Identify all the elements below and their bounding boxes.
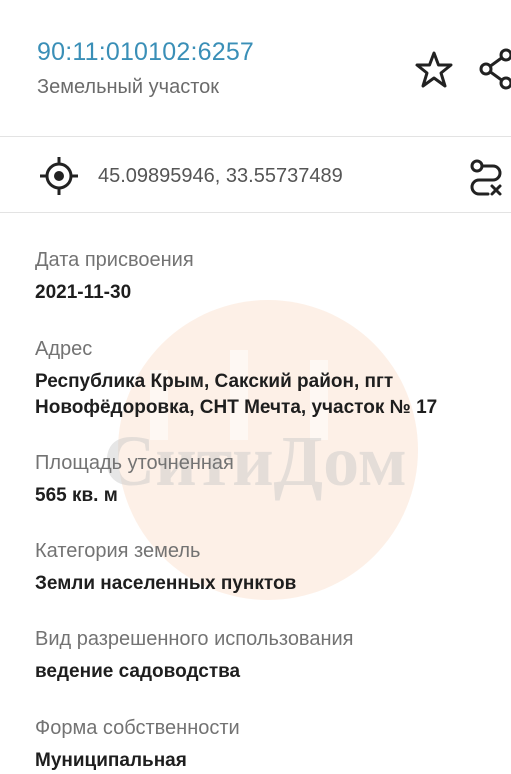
field-label: Дата присвоения	[35, 249, 194, 271]
field-address: Адрес Республика Крым, Сакский район, пг…	[35, 336, 437, 421]
field-value: ведение садоводства	[35, 661, 241, 682]
field-ownership-form: Форма собственности Муниципальная	[35, 715, 240, 774]
field-assignment-date: Дата присвоения 2021-11-30	[35, 247, 194, 306]
field-area: Площадь уточненная 565 кв. м	[35, 450, 234, 509]
field-value: Земли населенных пунктов	[35, 573, 297, 594]
field-label: Адрес	[35, 338, 93, 360]
field-label: Площадь уточненная	[35, 452, 234, 474]
header: 90:11:010102:6257 Земельный участок	[0, 0, 511, 136]
cadastral-number[interactable]: 90:11:010102:6257	[37, 38, 254, 67]
field-label: Форма собственности	[35, 717, 240, 739]
route-icon[interactable]	[466, 157, 506, 197]
field-permitted-use: Вид разрешенного использования ведение с…	[35, 626, 354, 685]
star-outline-icon[interactable]	[414, 50, 454, 90]
field-label: Категория земель	[35, 540, 201, 562]
coordinates-row[interactable]: 45.09895946, 33.55737489	[0, 137, 511, 213]
field-value: Муниципальная	[35, 750, 187, 771]
field-value-line1: Республика Крым, Сакский район, пгт	[35, 371, 394, 392]
field-value: 565 кв. м	[35, 485, 118, 506]
field-land-category: Категория земель Земли населенных пункто…	[35, 538, 296, 597]
crosshair-target-icon	[40, 157, 78, 195]
coordinates-text[interactable]: 45.09895946, 33.55737489	[98, 165, 343, 188]
field-value: 2021-11-30	[35, 282, 132, 303]
coordinates-divider	[0, 212, 511, 213]
property-type: Земельный участок	[37, 76, 220, 98]
field-label: Вид разрешенного использования	[35, 628, 354, 650]
share-icon[interactable]	[476, 48, 511, 90]
field-value-line2: Новофёдоровка, СНТ Мечта, участок № 17	[35, 397, 438, 418]
